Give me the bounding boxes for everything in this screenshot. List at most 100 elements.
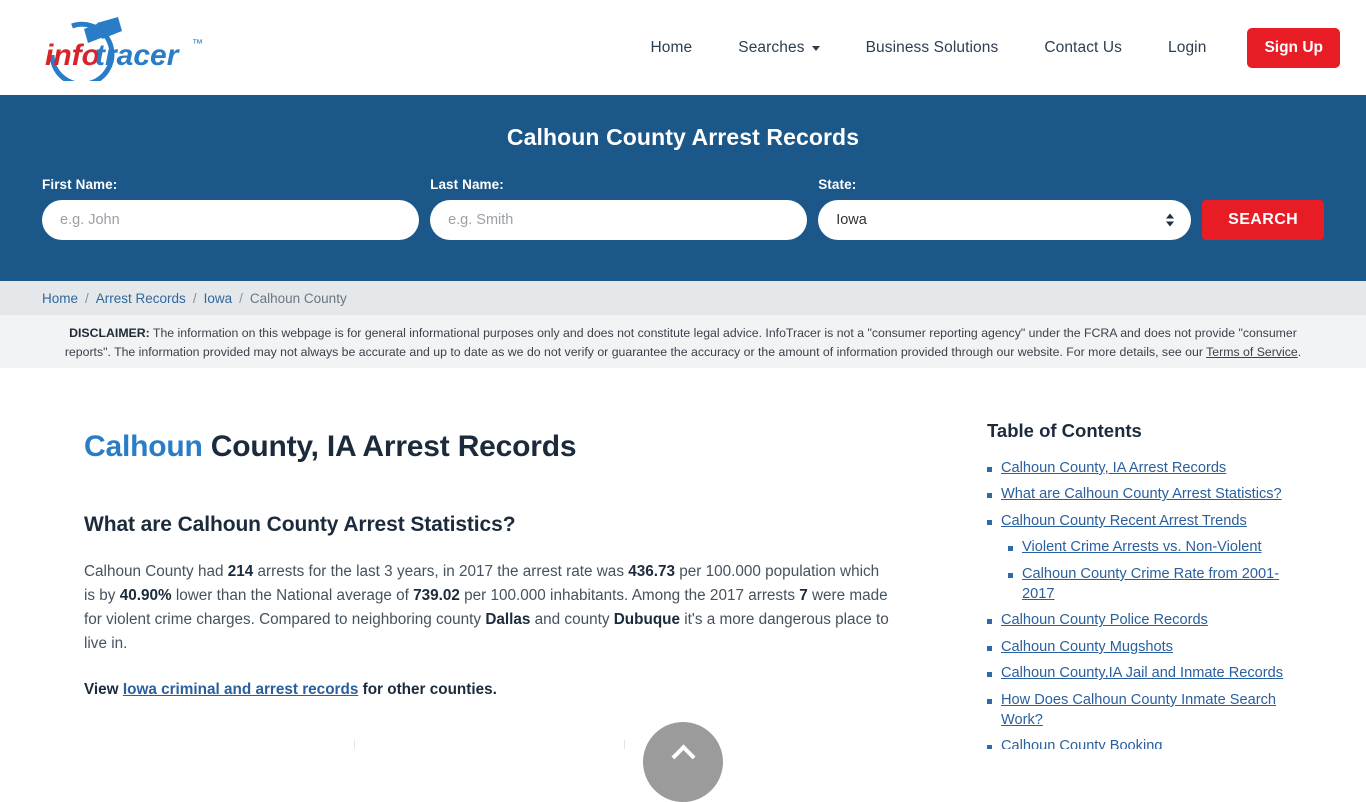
- disclaimer-tail: .: [1297, 344, 1302, 359]
- sign-up-button[interactable]: Sign Up: [1247, 27, 1340, 68]
- last-name-input[interactable]: [430, 200, 808, 240]
- bullet-icon: [987, 698, 992, 704]
- bullet-icon: [987, 467, 992, 472]
- first-name-input[interactable]: [42, 200, 420, 240]
- state-label: State:: [818, 177, 857, 192]
- bullet-icon: [987, 619, 992, 625]
- toc-item[interactable]: Calhoun County Booking: [987, 737, 1300, 749]
- toc-list: Calhoun County, IA Arrest Records What a…: [987, 459, 1300, 749]
- feature-icon-row: [84, 730, 894, 749]
- toc-link[interactable]: Violent Crime Arrests vs. Non-Violent: [1022, 538, 1262, 558]
- table-of-contents-card: Table of Contents Calhoun County, IA Arr…: [947, 376, 1326, 749]
- search-banner: Calhoun County Arrest Records First Name…: [0, 95, 1366, 281]
- toc-item[interactable]: Calhoun County Mugshots: [987, 638, 1300, 658]
- page-title: Calhoun County, IA Arrest Records: [84, 430, 894, 465]
- para-text: arrests for the last 3 years, in 2017 th…: [253, 562, 629, 580]
- main-navigation: Home Searches Business Solutions Contact…: [628, 27, 1340, 68]
- toc-item[interactable]: Calhoun County,IA Jail and Inmate Record…: [987, 664, 1300, 684]
- page-body: Calhoun County, IA Arrest Records What a…: [0, 368, 1366, 749]
- chevron-down-icon: [811, 46, 820, 51]
- toc-item[interactable]: How Does Calhoun County Inmate Search Wo…: [987, 691, 1300, 731]
- view-suffix: for other counties.: [358, 681, 497, 699]
- site-header: info tracer ™ Home Searches Business Sol…: [0, 0, 1366, 95]
- toc-item[interactable]: What are Calhoun County Arrest Statistic…: [987, 485, 1300, 505]
- view-records-paragraph: View Iowa criminal and arrest records fo…: [84, 678, 894, 702]
- svg-text:info: info: [45, 39, 100, 72]
- breadcrumb-separator: /: [239, 290, 243, 306]
- stat-national-average: 739.02: [413, 586, 460, 604]
- toc-link[interactable]: Calhoun County Booking: [1001, 737, 1162, 749]
- toc-item[interactable]: Calhoun County, IA Arrest Records: [987, 459, 1300, 479]
- stat-violent-count: 7: [799, 586, 808, 604]
- first-name-label: First Name:: [42, 177, 118, 192]
- nav-label: Searches: [738, 38, 805, 56]
- search-button[interactable]: SEARCH: [1202, 200, 1324, 240]
- main-content-card: Calhoun County, IA Arrest Records What a…: [42, 376, 938, 749]
- statistics-paragraph: Calhoun County had 214 arrests for the l…: [84, 560, 894, 657]
- disclaimer-text: The information on this webpage is for g…: [64, 326, 1297, 359]
- bullet-icon: [987, 493, 992, 499]
- disclaimer-banner: DISCLAIMER: The information on this webp…: [0, 315, 1366, 368]
- breadcrumb-item-home[interactable]: Home: [42, 291, 78, 306]
- infotracer-logo-icon: info tracer ™: [45, 16, 203, 81]
- page-title-highlight: Calhoun: [84, 430, 203, 463]
- nav-label: Business Solutions: [865, 38, 999, 56]
- bullet-icon: [987, 672, 992, 678]
- bullet-icon: [1008, 572, 1013, 578]
- state-select[interactable]: Iowa: [818, 200, 1192, 240]
- state-select-wrapper: Iowa: [818, 200, 1192, 240]
- toc-item[interactable]: Calhoun County Police Records: [987, 611, 1300, 631]
- stat-arrest-count: 214: [227, 562, 254, 580]
- svg-text:™: ™: [192, 38, 203, 50]
- first-name-group: First Name:: [42, 177, 420, 240]
- iowa-records-link[interactable]: Iowa criminal and arrest records: [123, 681, 359, 698]
- breadcrumb-separator: /: [85, 290, 89, 306]
- nav-label: Contact Us: [1044, 38, 1122, 56]
- toc-link[interactable]: Calhoun County Recent Arrest Trends: [1001, 512, 1247, 532]
- nav-label: Home: [650, 38, 693, 56]
- last-name-label: Last Name:: [430, 177, 504, 192]
- breadcrumb-item-iowa[interactable]: Iowa: [204, 291, 233, 306]
- toc-link[interactable]: What are Calhoun County Arrest Statistic…: [1001, 485, 1282, 505]
- nav-item-home[interactable]: Home: [628, 39, 716, 57]
- view-prefix: View: [84, 681, 123, 699]
- toc-item-sub[interactable]: Calhoun County Crime Rate from 2001-2017: [987, 565, 1300, 605]
- arrest-search-form: First Name: Last Name: State: Iowa SEARC…: [42, 177, 1324, 240]
- toc-item-sub[interactable]: Violent Crime Arrests vs. Non-Violent: [987, 538, 1300, 558]
- last-name-group: Last Name:: [430, 177, 808, 240]
- nav-item-searches[interactable]: Searches: [715, 39, 842, 57]
- nav-item-business-solutions[interactable]: Business Solutions: [843, 39, 1022, 57]
- toc-item[interactable]: Calhoun County Recent Arrest Trends: [987, 512, 1300, 532]
- toc-link[interactable]: Calhoun County Police Records: [1001, 611, 1208, 631]
- nav-item-login[interactable]: Login: [1145, 39, 1229, 57]
- toc-link[interactable]: Calhoun County Mugshots: [1001, 638, 1173, 658]
- terms-of-service-link[interactable]: Terms of Service: [1206, 345, 1298, 359]
- nav-item-contact-us[interactable]: Contact Us: [1021, 39, 1145, 57]
- nav-label: Login: [1168, 38, 1207, 56]
- bullet-icon: [987, 519, 992, 525]
- toc-link[interactable]: Calhoun County, IA Arrest Records: [1001, 459, 1226, 479]
- infotracer-logo[interactable]: info tracer ™: [40, 13, 300, 83]
- breadcrumb: Home / Arrest Records / Iowa / Calhoun C…: [0, 281, 1366, 315]
- stat-arrest-rate: 436.73: [628, 562, 676, 580]
- breadcrumb-separator: /: [192, 290, 197, 306]
- neighbor-county-2: Dubuque: [613, 610, 681, 628]
- disclaimer-label: DISCLAIMER:: [69, 326, 150, 340]
- banner-title: Calhoun County Arrest Records: [506, 124, 860, 150]
- toc-link[interactable]: How Does Calhoun County Inmate Search Wo…: [1001, 691, 1300, 731]
- neighbor-county-1: Dallas: [485, 610, 531, 628]
- bullet-icon: [987, 745, 992, 749]
- breadcrumb-item-arrest-records[interactable]: Arrest Records: [96, 291, 186, 306]
- para-text: per 100.000 inhabitants. Among the 2017 …: [459, 586, 800, 604]
- scroll-to-top-button[interactable]: [643, 722, 723, 802]
- feature-cell-arrests: [84, 730, 354, 749]
- toc-link[interactable]: Calhoun County,IA Jail and Inmate Record…: [1001, 664, 1283, 684]
- bullet-icon: [987, 645, 992, 651]
- section-heading-statistics: What are Calhoun County Arrest Statistic…: [84, 512, 516, 536]
- stat-percent-lower: 40.90%: [119, 586, 172, 604]
- toc-link[interactable]: Calhoun County Crime Rate from 2001-2017: [1022, 565, 1300, 605]
- bullet-icon: [1008, 546, 1013, 552]
- page-title-rest: County, IA Arrest Records: [202, 430, 577, 463]
- breadcrumb-item-current: Calhoun County: [249, 290, 347, 306]
- para-text: lower than the National average of: [171, 586, 414, 604]
